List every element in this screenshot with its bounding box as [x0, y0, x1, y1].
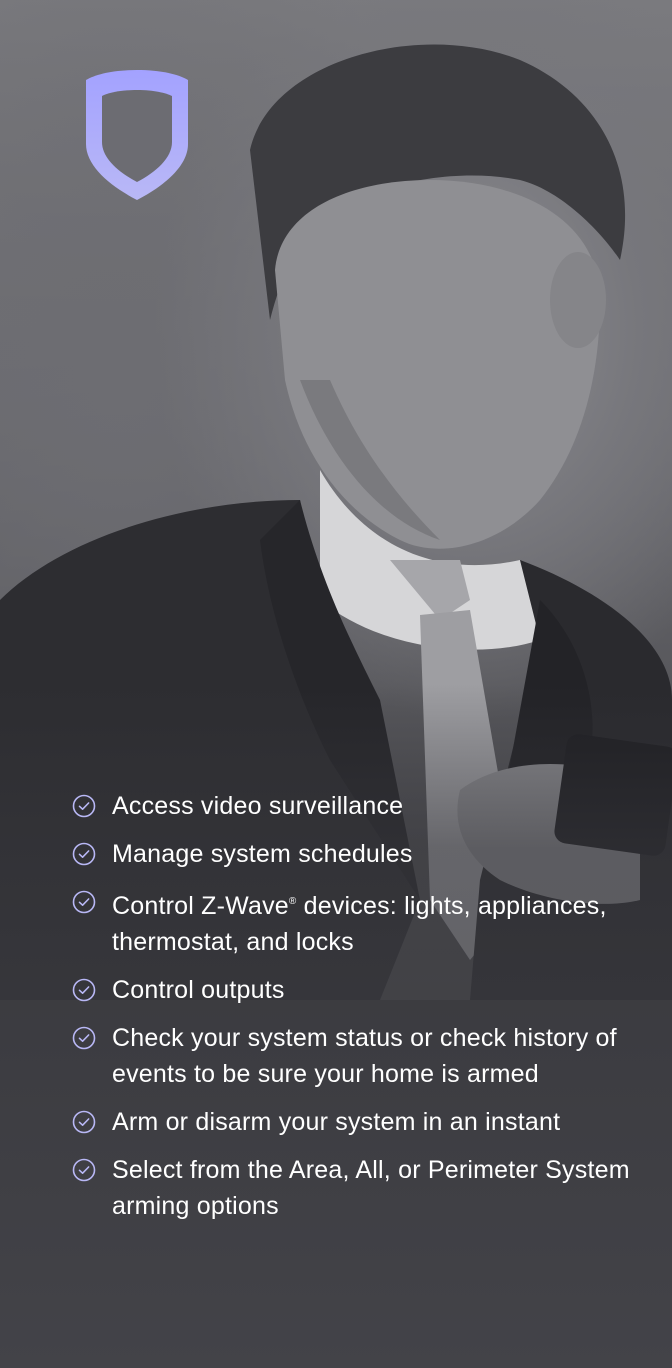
- check-circle-icon: [72, 1026, 96, 1050]
- check-circle-icon: [72, 1110, 96, 1134]
- screen: Access video surveillance Manage system …: [0, 0, 672, 1368]
- feature-text: Arm or disarm your system in an instant: [112, 1108, 561, 1136]
- list-item: Arm or disarm your system in an instant: [72, 1104, 652, 1140]
- list-item: Control Z-Wave® devices: lights, applian…: [72, 884, 652, 960]
- feature-text: Select from the Area, All, or Perimeter …: [112, 1156, 630, 1220]
- check-circle-icon: [72, 794, 96, 818]
- list-item: Manage system schedules: [72, 836, 652, 872]
- check-circle-icon: [72, 842, 96, 866]
- list-item: Access video surveillance: [72, 788, 652, 824]
- check-circle-icon: [72, 890, 96, 914]
- registered-mark: ®: [288, 896, 297, 907]
- list-item: Select from the Area, All, or Perimeter …: [72, 1152, 652, 1224]
- list-item: Control outputs: [72, 972, 652, 1008]
- list-item: Check your system status or check histor…: [72, 1020, 652, 1092]
- feature-text-zwave-before: Control Z-Wave: [112, 892, 289, 920]
- feature-list: Access video surveillance Manage system …: [72, 788, 652, 1236]
- feature-text: Control outputs: [112, 976, 285, 1004]
- shield-icon: [86, 70, 188, 200]
- feature-text: Control Z-Wave® devices: lights, applian…: [112, 884, 652, 960]
- feature-text: Check your system status or check histor…: [112, 1024, 617, 1088]
- check-circle-icon: [72, 1158, 96, 1182]
- feature-text: Manage system schedules: [112, 840, 413, 868]
- check-circle-icon: [72, 978, 96, 1002]
- feature-text: Access video surveillance: [112, 792, 404, 820]
